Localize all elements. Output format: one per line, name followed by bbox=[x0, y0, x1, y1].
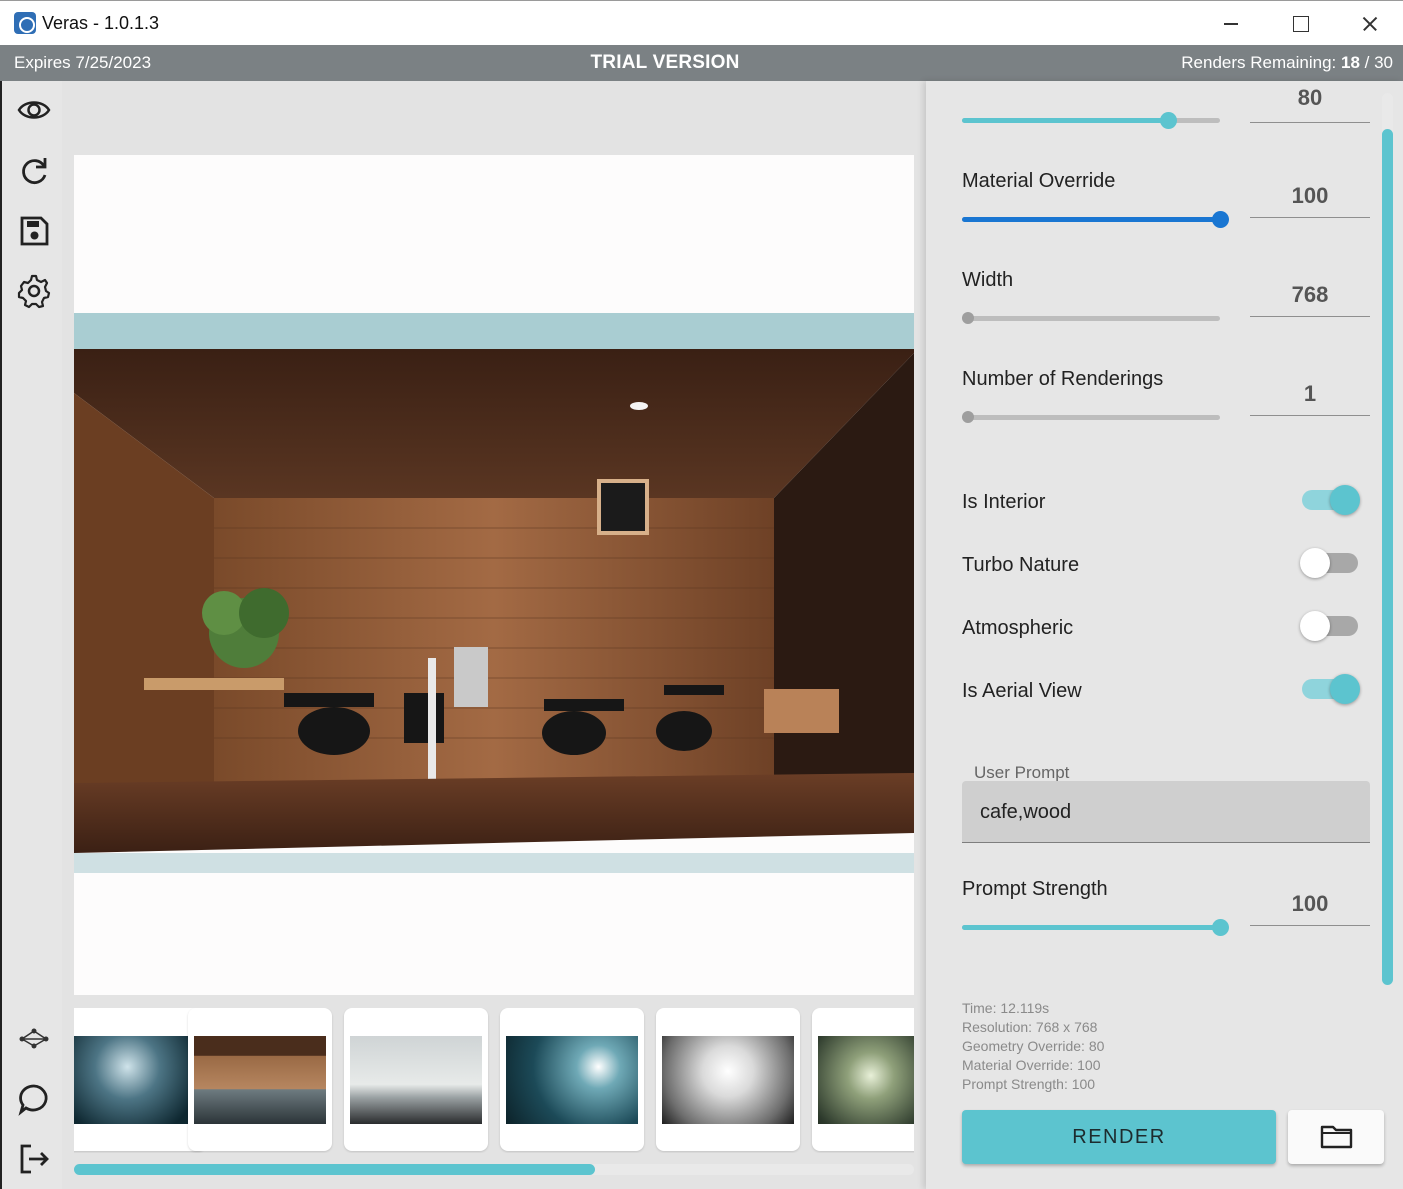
width-label: Width bbox=[962, 269, 1014, 291]
turbo-nature-toggle[interactable] bbox=[1300, 548, 1360, 578]
renders-total: / 30 bbox=[1364, 53, 1393, 72]
num-renderings-label: Number of Renderings bbox=[962, 368, 1164, 390]
logout-icon[interactable] bbox=[16, 1141, 52, 1177]
num-renderings-slider[interactable] bbox=[962, 411, 1220, 423]
stat-resolution: Resolution: 768 x 768 bbox=[962, 1019, 1098, 1035]
geometry-override-slider[interactable] bbox=[962, 112, 1220, 129]
history-thumbnail[interactable] bbox=[812, 1008, 914, 1151]
stat-time: Time: 12.119s bbox=[962, 1000, 1050, 1016]
render-button[interactable]: RENDER bbox=[962, 1110, 1276, 1164]
num-renderings-knob[interactable] bbox=[962, 411, 974, 423]
close-button[interactable] bbox=[1335, 1, 1403, 46]
user-prompt-input[interactable]: cafe,wood bbox=[962, 781, 1370, 843]
width-value[interactable]: 768 bbox=[1250, 273, 1370, 317]
prompt-strength-fill bbox=[962, 925, 1220, 930]
renders-remaining: Renders Remaining: 18 / 30 bbox=[1181, 53, 1393, 73]
history-thumbnail[interactable] bbox=[344, 1008, 488, 1151]
render-history-strip bbox=[74, 1008, 914, 1153]
stat-prompt-strength: Prompt Strength: 100 bbox=[962, 1076, 1096, 1092]
trial-version-label: TRIAL VERSION bbox=[590, 52, 740, 73]
atmospheric-toggle[interactable] bbox=[1300, 611, 1360, 641]
render-viewer bbox=[62, 81, 926, 1189]
minimize-button[interactable] bbox=[1196, 1, 1266, 46]
renders-remaining-label: Renders Remaining: bbox=[1181, 53, 1337, 72]
title-bar: Veras - 1.0.1.3 bbox=[0, 0, 1403, 45]
is-interior-toggle[interactable] bbox=[1302, 485, 1360, 515]
render-preview[interactable] bbox=[74, 155, 914, 995]
panel-scrollbar-thumb[interactable] bbox=[1382, 129, 1393, 985]
settings-panel: 80 Material Override 100 Width 768 Numbe… bbox=[926, 81, 1403, 1189]
eye-icon[interactable] bbox=[16, 92, 52, 128]
is-aerial-view-label: Is Aerial View bbox=[962, 680, 1082, 702]
material-override-slider[interactable] bbox=[962, 211, 1229, 228]
material-override-knob[interactable] bbox=[1212, 211, 1229, 228]
left-toolbar bbox=[0, 81, 62, 1189]
gear-icon[interactable] bbox=[16, 273, 52, 309]
render-stats: Time: 12.119s Resolution: 768 x 768 Geom… bbox=[962, 999, 1104, 1094]
network-icon[interactable] bbox=[16, 1021, 52, 1057]
material-override-label: Material Override bbox=[962, 170, 1116, 192]
stat-geometry-override: Geometry Override: 80 bbox=[962, 1038, 1105, 1054]
open-folder-button[interactable] bbox=[1288, 1110, 1384, 1164]
stat-material-override: Material Override: 100 bbox=[962, 1057, 1101, 1073]
chat-icon[interactable] bbox=[16, 1081, 52, 1117]
user-prompt-label: User Prompt bbox=[974, 763, 1070, 782]
history-scrollbar[interactable] bbox=[74, 1164, 914, 1175]
material-override-value[interactable]: 100 bbox=[1250, 174, 1370, 218]
num-renderings-value[interactable]: 1 bbox=[1250, 372, 1370, 416]
prompt-strength-value[interactable]: 100 bbox=[1250, 882, 1370, 926]
history-thumbnail[interactable] bbox=[188, 1008, 332, 1151]
trial-banner: Expires 7/25/2023 TRIAL VERSION Renders … bbox=[0, 45, 1403, 81]
is-interior-label: Is Interior bbox=[962, 491, 1046, 513]
user-prompt-value: cafe,wood bbox=[980, 801, 1072, 823]
refresh-icon[interactable] bbox=[16, 153, 52, 189]
geometry-override-value[interactable]: 80 bbox=[1250, 81, 1370, 123]
history-thumbnail[interactable] bbox=[500, 1008, 644, 1151]
turbo-nature-label: Turbo Nature bbox=[962, 554, 1080, 576]
maximize-button[interactable] bbox=[1265, 1, 1335, 46]
history-thumbnail[interactable] bbox=[656, 1008, 800, 1151]
history-thumbnail[interactable] bbox=[74, 1008, 206, 1151]
geometry-override-fill bbox=[962, 118, 1169, 123]
atmospheric-label: Atmospheric bbox=[962, 617, 1074, 639]
history-scrollbar-thumb[interactable] bbox=[74, 1164, 595, 1175]
width-knob[interactable] bbox=[962, 312, 974, 324]
window-title: Veras - 1.0.1.3 bbox=[42, 13, 160, 33]
folder-icon bbox=[1320, 1125, 1353, 1149]
width-slider[interactable] bbox=[962, 312, 1220, 324]
rendered-cafe-image bbox=[74, 313, 914, 873]
is-aerial-view-toggle[interactable] bbox=[1302, 674, 1360, 704]
app-logo-icon bbox=[14, 12, 36, 34]
prompt-strength-slider[interactable] bbox=[962, 919, 1229, 936]
save-icon[interactable] bbox=[16, 213, 52, 249]
material-override-fill bbox=[962, 217, 1220, 222]
prompt-strength-label: Prompt Strength bbox=[962, 878, 1108, 900]
geometry-override-knob[interactable] bbox=[1160, 112, 1178, 129]
renders-remaining-count: 18 bbox=[1340, 53, 1360, 72]
prompt-strength-knob[interactable] bbox=[1212, 919, 1229, 936]
